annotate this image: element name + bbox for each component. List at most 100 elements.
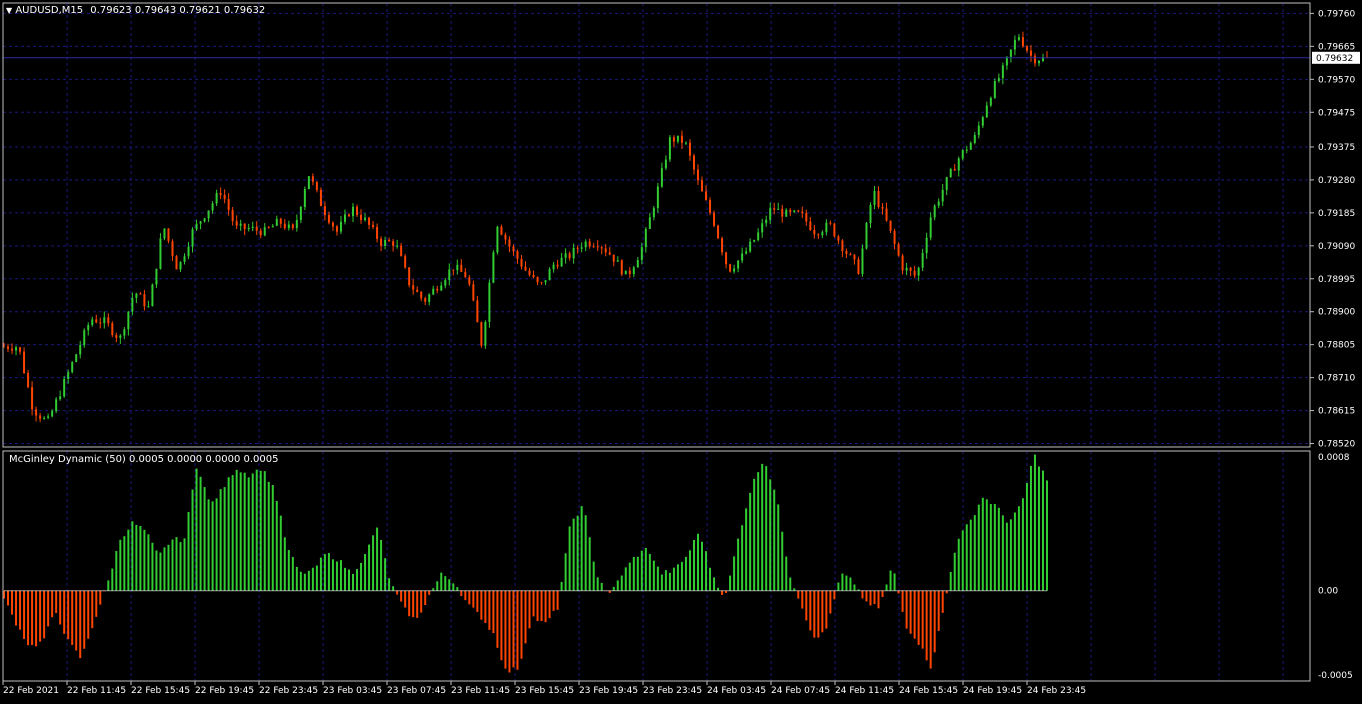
candle-body	[624, 270, 627, 275]
candle[interactable]	[492, 250, 495, 284]
candle[interactable]	[729, 263, 732, 273]
candle[interactable]	[861, 244, 864, 277]
candle[interactable]	[307, 176, 310, 190]
candle-body	[773, 208, 776, 210]
candle-body	[709, 200, 712, 213]
candle-body	[299, 206, 302, 221]
candle-body	[315, 181, 318, 190]
mt4-chart-window[interactable]: 0.79760 0.79665 0.79570 0.79475 0.79375 0.792…	[0, 0, 1362, 700]
candle-body	[247, 227, 250, 230]
candle[interactable]	[480, 321, 483, 348]
candle-body	[705, 191, 708, 201]
indicator-tick-label: 0.00	[1318, 587, 1338, 597]
candle-body	[929, 217, 932, 238]
candle[interactable]	[897, 242, 900, 257]
candle[interactable]	[151, 283, 154, 307]
candle-body	[821, 232, 824, 236]
candle-body	[275, 218, 278, 226]
candle[interactable]	[63, 376, 66, 398]
candle[interactable]	[833, 222, 836, 238]
candle-body	[492, 252, 495, 283]
candle-body	[632, 267, 635, 275]
candle-body	[801, 211, 804, 214]
candle-body	[560, 257, 563, 267]
candle-body	[524, 266, 527, 271]
candle[interactable]	[167, 228, 170, 244]
candle-body	[817, 234, 820, 236]
candle-body	[853, 254, 856, 260]
candle-body	[676, 135, 679, 142]
candle[interactable]	[159, 233, 162, 270]
candle-body	[147, 306, 150, 308]
candle[interactable]	[620, 259, 623, 277]
candle-body	[965, 149, 968, 151]
candle-body	[35, 409, 38, 416]
candle[interactable]	[319, 187, 322, 207]
candle[interactable]	[488, 279, 491, 328]
candle[interactable]	[949, 167, 952, 178]
candle-body	[596, 246, 599, 248]
candle-body	[612, 254, 615, 262]
candle[interactable]	[404, 253, 407, 269]
candle-body	[107, 317, 110, 324]
candle-body	[889, 220, 892, 231]
time-tick-label: 22 Feb 11:45	[67, 686, 126, 696]
candle[interactable]	[75, 353, 78, 363]
candle[interactable]	[668, 135, 671, 163]
candle-body	[1013, 39, 1016, 50]
candle[interactable]	[163, 228, 166, 241]
candle-body	[500, 226, 503, 235]
candle-body	[183, 256, 186, 262]
candle-body	[781, 208, 784, 217]
candle[interactable]	[857, 256, 860, 275]
candle-body	[953, 168, 956, 171]
candle[interactable]	[408, 267, 411, 288]
candle-body	[504, 234, 507, 240]
candle[interactable]	[717, 224, 720, 240]
candle[interactable]	[83, 328, 86, 348]
candle-body	[303, 188, 306, 207]
price-tick-label: 0.79375	[1318, 143, 1355, 153]
candle[interactable]	[496, 225, 499, 255]
candle-body	[23, 351, 26, 373]
symbol-header[interactable]: ▼ AUDUSD,M15 0.79623 0.79643 0.79621 0.7…	[6, 5, 265, 16]
candle-body	[833, 223, 836, 237]
candle[interactable]	[993, 78, 996, 99]
candle[interactable]	[865, 222, 868, 250]
candle-body	[733, 268, 736, 272]
candle-body	[877, 190, 880, 208]
candle[interactable]	[55, 397, 58, 414]
candle-body	[356, 206, 359, 215]
candle[interactable]	[713, 210, 716, 228]
candle-body	[604, 248, 607, 253]
candle-body	[456, 264, 459, 271]
candle-body	[207, 210, 210, 219]
candle-body	[468, 277, 471, 285]
candle[interactable]	[484, 320, 487, 349]
indicator-tick-label: 0.0008	[1318, 453, 1350, 463]
time-tick-label: 23 Feb 07:45	[387, 686, 446, 696]
candle-body	[400, 245, 403, 257]
candle[interactable]	[624, 270, 627, 275]
candle-body	[175, 256, 178, 270]
candle-body	[925, 237, 928, 254]
candle[interactable]	[303, 186, 306, 211]
chart-canvas[interactable]: 0.79760 0.79665 0.79570 0.79475 0.79375 0.792…	[0, 0, 1362, 700]
candle-body	[343, 214, 346, 222]
candle-body	[957, 158, 960, 171]
current-price-tag: 0.79632	[1312, 51, 1360, 64]
candle-body	[372, 224, 375, 227]
time-tick-label: 22 Feb 23:45	[259, 686, 318, 696]
candle-body	[440, 285, 443, 291]
candle-body	[865, 223, 868, 249]
candle[interactable]	[175, 255, 178, 270]
candle[interactable]	[71, 361, 74, 374]
candle-body	[508, 239, 511, 247]
candle[interactable]	[111, 321, 114, 338]
candle-body	[592, 246, 595, 248]
candle-body	[448, 269, 451, 280]
candle-body	[725, 252, 728, 265]
candle-body	[909, 267, 912, 271]
candle-body	[1033, 55, 1036, 64]
chart-menu-triangle-icon[interactable]: ▼	[6, 6, 12, 15]
